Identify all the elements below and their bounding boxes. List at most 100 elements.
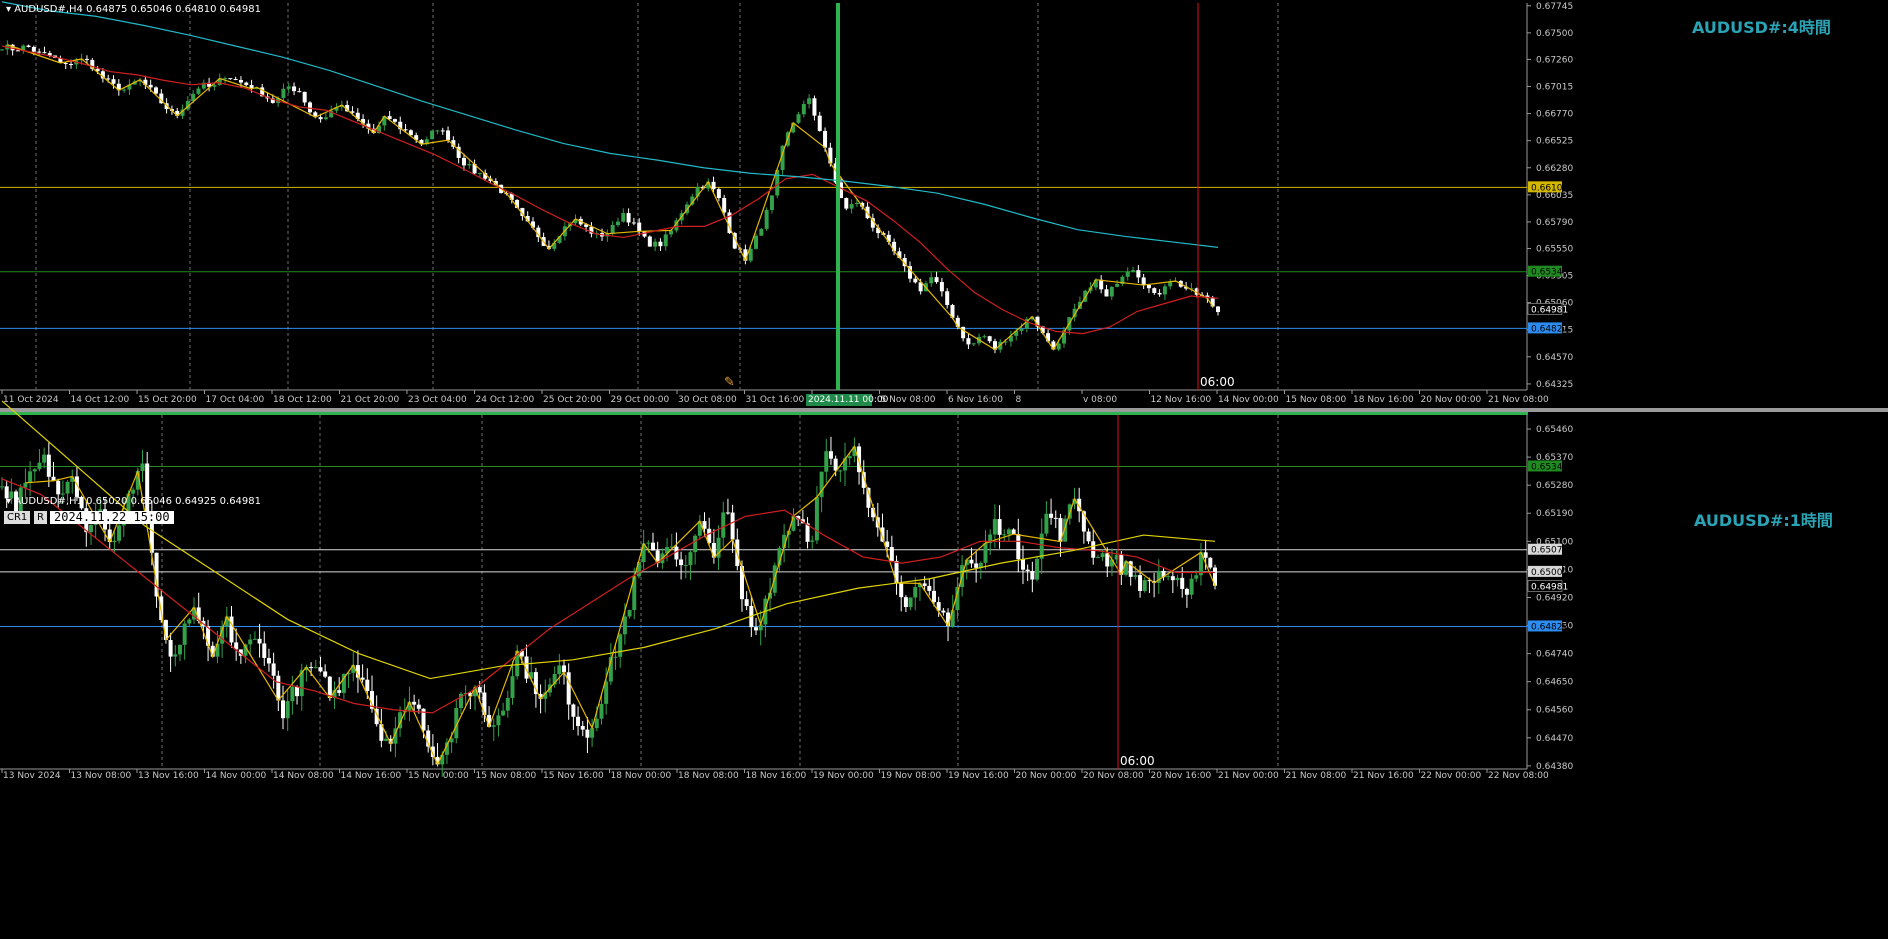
h1-xtick-label: 18 Nov 16:00 bbox=[746, 771, 807, 781]
h4-candle-body bbox=[403, 129, 408, 131]
h4-candle-body bbox=[1162, 286, 1167, 295]
h1-candle-body bbox=[56, 480, 61, 495]
h4-xtick-label: 17 Oct 04:00 bbox=[206, 395, 265, 405]
h4-candle-body bbox=[37, 51, 42, 53]
h4-candle-body bbox=[1115, 284, 1120, 287]
h4-xtick-label: 11 Oct 2024 bbox=[3, 395, 59, 405]
h1-candle-body bbox=[791, 515, 796, 531]
h1-candle-body bbox=[566, 672, 571, 705]
h1-top-border bbox=[0, 412, 1528, 415]
h1-ytick-label: 0.64560 bbox=[1536, 706, 1573, 716]
h4-candle-body bbox=[764, 210, 769, 229]
cr1-button[interactable]: CR1 bbox=[4, 511, 31, 524]
h4-candle-body bbox=[913, 278, 918, 283]
h1-candle-body bbox=[42, 454, 47, 463]
h4-candle-body bbox=[244, 82, 249, 86]
h1-candle-body bbox=[847, 456, 852, 459]
h1-candle-body bbox=[168, 640, 173, 657]
h1-candle-body bbox=[229, 616, 234, 643]
h1-ytick-label: 0.65460 bbox=[1536, 425, 1573, 435]
h4-last-price-label: 0.64981 bbox=[1531, 305, 1568, 315]
h4-candle-body bbox=[653, 241, 658, 247]
h1-candle-body bbox=[613, 656, 618, 658]
h4-candle-body bbox=[26, 45, 31, 47]
h1-candle-body bbox=[838, 470, 843, 472]
h4-candle-body bbox=[1019, 328, 1024, 331]
h1-candle-body bbox=[1138, 575, 1143, 591]
h4-candle-body bbox=[754, 235, 759, 249]
h1-xtick-label: 19 Nov 00:00 bbox=[813, 771, 874, 781]
h4-xtick-label: 15 Nov 08:00 bbox=[1286, 395, 1347, 405]
h1-candle-body bbox=[922, 583, 927, 586]
h1-xtick-label: 15 Nov 16:00 bbox=[543, 771, 604, 781]
h4-level-label: 0.64827 bbox=[1531, 324, 1568, 334]
h1-candle-body bbox=[941, 610, 946, 613]
h4-time-marker-label: 06:00 bbox=[1200, 375, 1235, 389]
h1-candle-body bbox=[88, 524, 93, 533]
h1-candle-body bbox=[627, 610, 632, 617]
h1-candle-body bbox=[23, 482, 28, 488]
h4-candle-body bbox=[854, 202, 859, 205]
h4-highlight-date: 2024.11.11 00:00 bbox=[808, 395, 889, 405]
h4-candle-body bbox=[1131, 270, 1136, 272]
r-button[interactable]: R bbox=[34, 511, 47, 524]
h4-candle-body bbox=[817, 115, 822, 131]
collapse-triangle-icon[interactable]: ▾ bbox=[6, 496, 11, 507]
h1-candle-body bbox=[117, 525, 122, 541]
h1-candle-body bbox=[833, 458, 838, 471]
h4-candle-body bbox=[982, 336, 987, 338]
h4-candle-body bbox=[42, 52, 47, 54]
h1-candle-body bbox=[1025, 569, 1030, 572]
h1-candle-body bbox=[533, 672, 538, 694]
h4-selected-vline bbox=[836, 3, 840, 390]
h4-candle-body bbox=[446, 130, 451, 141]
h1-candle-body bbox=[1030, 571, 1035, 580]
h4-candle-body bbox=[971, 343, 976, 345]
h4-candle-body bbox=[1141, 277, 1146, 286]
h1-candle-body bbox=[679, 559, 684, 566]
collapse-triangle-icon[interactable]: ▾ bbox=[6, 4, 11, 15]
h1-candle-body bbox=[594, 718, 599, 729]
h1-candle-body bbox=[252, 638, 257, 640]
h4-ytick-label: 0.66525 bbox=[1536, 137, 1573, 147]
h1-candle-body bbox=[187, 619, 192, 624]
h4-candle-body bbox=[84, 58, 89, 60]
h4-candle-body bbox=[430, 130, 435, 140]
h4-candle-body bbox=[0, 49, 4, 51]
h1-xtick-label: 18 Nov 08:00 bbox=[678, 771, 739, 781]
h4-candle-body bbox=[823, 130, 828, 148]
h4-xtick-label: 14 Oct 12:00 bbox=[71, 395, 130, 405]
h1-candle-body bbox=[1049, 513, 1054, 518]
h1-candle-body bbox=[173, 654, 178, 657]
h4-candle-body bbox=[297, 91, 302, 93]
h1-candle-body bbox=[857, 446, 862, 473]
h4-candle-body bbox=[647, 236, 652, 247]
h4-xtick-label: 18 Nov 16:00 bbox=[1353, 395, 1414, 405]
h4-candle-body bbox=[615, 221, 620, 226]
h4-xtick-label: 8 bbox=[1016, 395, 1022, 405]
trading-chart-canvas[interactable]: 0.67745 0.67500 0.67260 0.67015 0.66770 0.665… bbox=[0, 0, 1888, 939]
h1-candle-body bbox=[271, 663, 276, 676]
h4-xtick-label: 5 Nov 08:00 bbox=[881, 395, 936, 405]
h1-candle-body bbox=[744, 599, 749, 606]
h1-candle-body bbox=[1039, 533, 1044, 559]
h1-xtick-label: 15 Nov 08:00 bbox=[476, 771, 537, 781]
h4-candle-body bbox=[658, 241, 663, 247]
h1-candle-body bbox=[323, 671, 328, 677]
h4-candle-body bbox=[15, 50, 20, 52]
h1-candle-body bbox=[384, 738, 389, 741]
h1-xtick-label: 20 Nov 00:00 bbox=[1016, 771, 1077, 781]
h4-ytick-label: 0.64570 bbox=[1536, 353, 1573, 363]
h1-candle-body bbox=[1180, 577, 1185, 589]
h1-level-label: 0.65073 bbox=[1531, 546, 1568, 556]
h1-candle-body bbox=[1184, 588, 1189, 595]
h4-candle-body bbox=[987, 336, 992, 342]
h1-candle-body bbox=[1020, 559, 1025, 570]
h1-xtick-label: 20 Nov 08:00 bbox=[1083, 771, 1144, 781]
h1-xtick-label: 21 Nov 16:00 bbox=[1353, 771, 1414, 781]
h1-chart-header: ▾ AUDUSD#,H1 0.65020 0.65046 0.64925 0.6… bbox=[6, 496, 261, 507]
h1-candle-body bbox=[491, 725, 496, 727]
h1-candle-body bbox=[1091, 541, 1096, 558]
h4-candle-body bbox=[292, 86, 297, 92]
h1-candle-body bbox=[1170, 576, 1175, 581]
